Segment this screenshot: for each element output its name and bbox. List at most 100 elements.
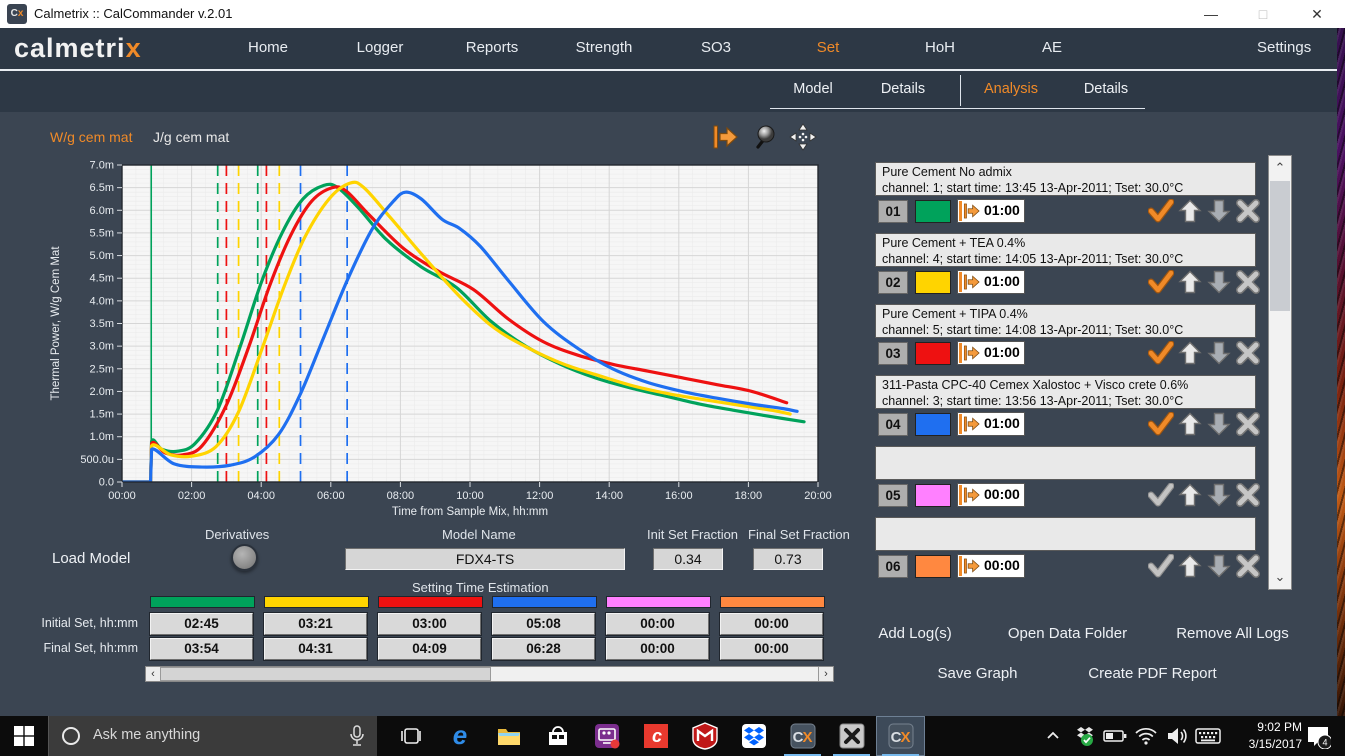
keyboard-icon[interactable] xyxy=(1193,716,1223,756)
chevron-up-icon[interactable] xyxy=(1038,716,1068,756)
tab-analysis-2[interactable]: Analysis xyxy=(968,81,1054,97)
log-color-swatch[interactable] xyxy=(915,271,951,294)
move-up-icon[interactable] xyxy=(1178,341,1202,365)
pan-icon[interactable] xyxy=(789,123,817,151)
move-down-icon[interactable] xyxy=(1207,270,1231,294)
tracker-arrow-icon[interactable] xyxy=(712,123,740,151)
initial-set-value[interactable]: 02:45 xyxy=(150,613,253,635)
log-time-input[interactable]: 01:00 xyxy=(957,270,1025,294)
load-model-button[interactable]: Load Model xyxy=(52,550,130,567)
scroll-up-arrow[interactable]: ⌃ xyxy=(1269,156,1291,180)
confirm-check-icon[interactable] xyxy=(1148,412,1172,436)
scrollbar-thumb[interactable] xyxy=(160,667,491,681)
delete-log-icon[interactable] xyxy=(1236,270,1260,294)
mcafee-icon[interactable] xyxy=(680,716,729,756)
video-call-app-icon[interactable] xyxy=(582,716,631,756)
log-time-input[interactable]: 01:00 xyxy=(957,412,1025,436)
battery-icon[interactable] xyxy=(1100,716,1130,756)
log-color-swatch[interactable] xyxy=(915,555,951,578)
remove-all-logs-button[interactable]: Remove All Logs xyxy=(1160,625,1305,642)
logs-vertical-scrollbar[interactable]: ⌃ ⌄ xyxy=(1268,155,1292,590)
log-description[interactable]: Pure Cement No admixchannel: 1; start ti… xyxy=(875,162,1256,196)
x-app-icon[interactable] xyxy=(827,716,876,756)
log-color-swatch[interactable] xyxy=(915,413,951,436)
initial-set-value[interactable]: 00:00 xyxy=(606,613,709,635)
final-set-value[interactable]: 06:28 xyxy=(492,638,595,660)
confirm-check-icon[interactable] xyxy=(1148,199,1172,223)
calcommander-active-icon[interactable]: CX xyxy=(876,716,925,756)
create-pdf-report-button[interactable]: Create PDF Report xyxy=(1075,665,1230,682)
log-time-input[interactable]: 01:00 xyxy=(957,341,1025,365)
action-center-icon[interactable]: 4 xyxy=(1298,716,1338,756)
final-set-value[interactable]: 00:00 xyxy=(720,638,823,660)
maximize-button[interactable]: □ xyxy=(1240,0,1286,28)
tab-details-3[interactable]: Details xyxy=(1063,81,1149,97)
search-box[interactable]: Ask me anything xyxy=(48,716,377,756)
edge-icon[interactable]: e xyxy=(435,716,484,756)
volume-icon[interactable] xyxy=(1162,716,1192,756)
nav-item-so3[interactable]: SO3 xyxy=(666,39,766,56)
confirm-check-icon[interactable] xyxy=(1148,270,1172,294)
move-down-icon[interactable] xyxy=(1207,199,1231,223)
confirm-check-icon[interactable] xyxy=(1148,483,1172,507)
tab-model-0[interactable]: Model xyxy=(770,81,856,97)
nav-item-strength[interactable]: Strength xyxy=(554,39,654,56)
delete-log-icon[interactable] xyxy=(1236,341,1260,365)
move-up-icon[interactable] xyxy=(1178,199,1202,223)
confirm-check-icon[interactable] xyxy=(1148,341,1172,365)
thermal-power-chart[interactable]: 0.0500.0u1.0m1.5m2.0m2.5m3.0m3.5m4.0m4.5… xyxy=(45,156,835,524)
chart-horizontal-scrollbar[interactable]: ‹ › xyxy=(145,666,834,682)
log-color-swatch[interactable] xyxy=(915,484,951,507)
nav-item-settings[interactable]: Settings xyxy=(1257,39,1311,56)
confirm-check-icon[interactable] xyxy=(1148,554,1172,578)
delete-log-icon[interactable] xyxy=(1236,554,1260,578)
move-down-icon[interactable] xyxy=(1207,483,1231,507)
file-explorer-icon[interactable] xyxy=(484,716,533,756)
final-set-fraction-field[interactable]: 0.73 xyxy=(753,548,823,570)
scroll-down-arrow[interactable]: ⌄ xyxy=(1269,565,1291,589)
start-button[interactable] xyxy=(0,716,48,756)
dropbox-sync-icon[interactable] xyxy=(1069,716,1099,756)
initial-set-value[interactable]: 03:21 xyxy=(264,613,367,635)
move-up-icon[interactable] xyxy=(1178,483,1202,507)
log-time-input[interactable]: 01:00 xyxy=(957,199,1025,223)
log-color-swatch[interactable] xyxy=(915,200,951,223)
move-up-icon[interactable] xyxy=(1178,270,1202,294)
minimize-button[interactable]: — xyxy=(1188,0,1234,28)
tab-details-1[interactable]: Details xyxy=(860,81,946,97)
dropbox-icon[interactable] xyxy=(729,716,778,756)
delete-log-icon[interactable] xyxy=(1236,412,1260,436)
log-description[interactable]: Pure Cement + TEA 0.4%channel: 4; start … xyxy=(875,233,1256,267)
final-set-value[interactable]: 04:31 xyxy=(264,638,367,660)
final-set-value[interactable]: 03:54 xyxy=(150,638,253,660)
nav-item-reports[interactable]: Reports xyxy=(442,39,542,56)
move-up-icon[interactable] xyxy=(1178,412,1202,436)
scrollbar-thumb[interactable] xyxy=(1270,181,1290,311)
log-color-swatch[interactable] xyxy=(915,342,951,365)
nav-item-logger[interactable]: Logger xyxy=(330,39,430,56)
unit-toggle-jg[interactable]: J/g cem mat xyxy=(153,129,229,145)
derivatives-toggle-button[interactable] xyxy=(231,544,258,571)
nav-item-ae[interactable]: AE xyxy=(1002,39,1102,56)
log-description[interactable]: Pure Cement + TIPA 0.4%channel: 5; start… xyxy=(875,304,1256,338)
c-app-icon[interactable]: c xyxy=(631,716,680,756)
delete-log-icon[interactable] xyxy=(1236,199,1260,223)
nav-item-set[interactable]: Set xyxy=(778,39,878,56)
final-set-value[interactable]: 00:00 xyxy=(606,638,709,660)
log-time-input[interactable]: 00:00 xyxy=(957,483,1025,507)
nav-item-home[interactable]: Home xyxy=(218,39,318,56)
microphone-icon[interactable] xyxy=(349,725,365,747)
log-time-input[interactable]: 00:00 xyxy=(957,554,1025,578)
task-view-icon[interactable] xyxy=(386,716,435,756)
initial-set-value[interactable]: 05:08 xyxy=(492,613,595,635)
scroll-right-arrow[interactable]: › xyxy=(818,667,833,681)
unit-toggle-wg[interactable]: W/g cem mat xyxy=(50,129,132,145)
nav-item-hoh[interactable]: HoH xyxy=(890,39,990,56)
final-set-value[interactable]: 04:09 xyxy=(378,638,481,660)
log-description[interactable] xyxy=(875,446,1256,480)
taskbar-clock[interactable]: 9:02 PM 3/15/2017 xyxy=(1228,719,1302,753)
close-button[interactable]: ✕ xyxy=(1294,0,1340,28)
scroll-left-arrow[interactable]: ‹ xyxy=(146,667,161,681)
move-down-icon[interactable] xyxy=(1207,412,1231,436)
save-graph-button[interactable]: Save Graph xyxy=(905,665,1050,682)
